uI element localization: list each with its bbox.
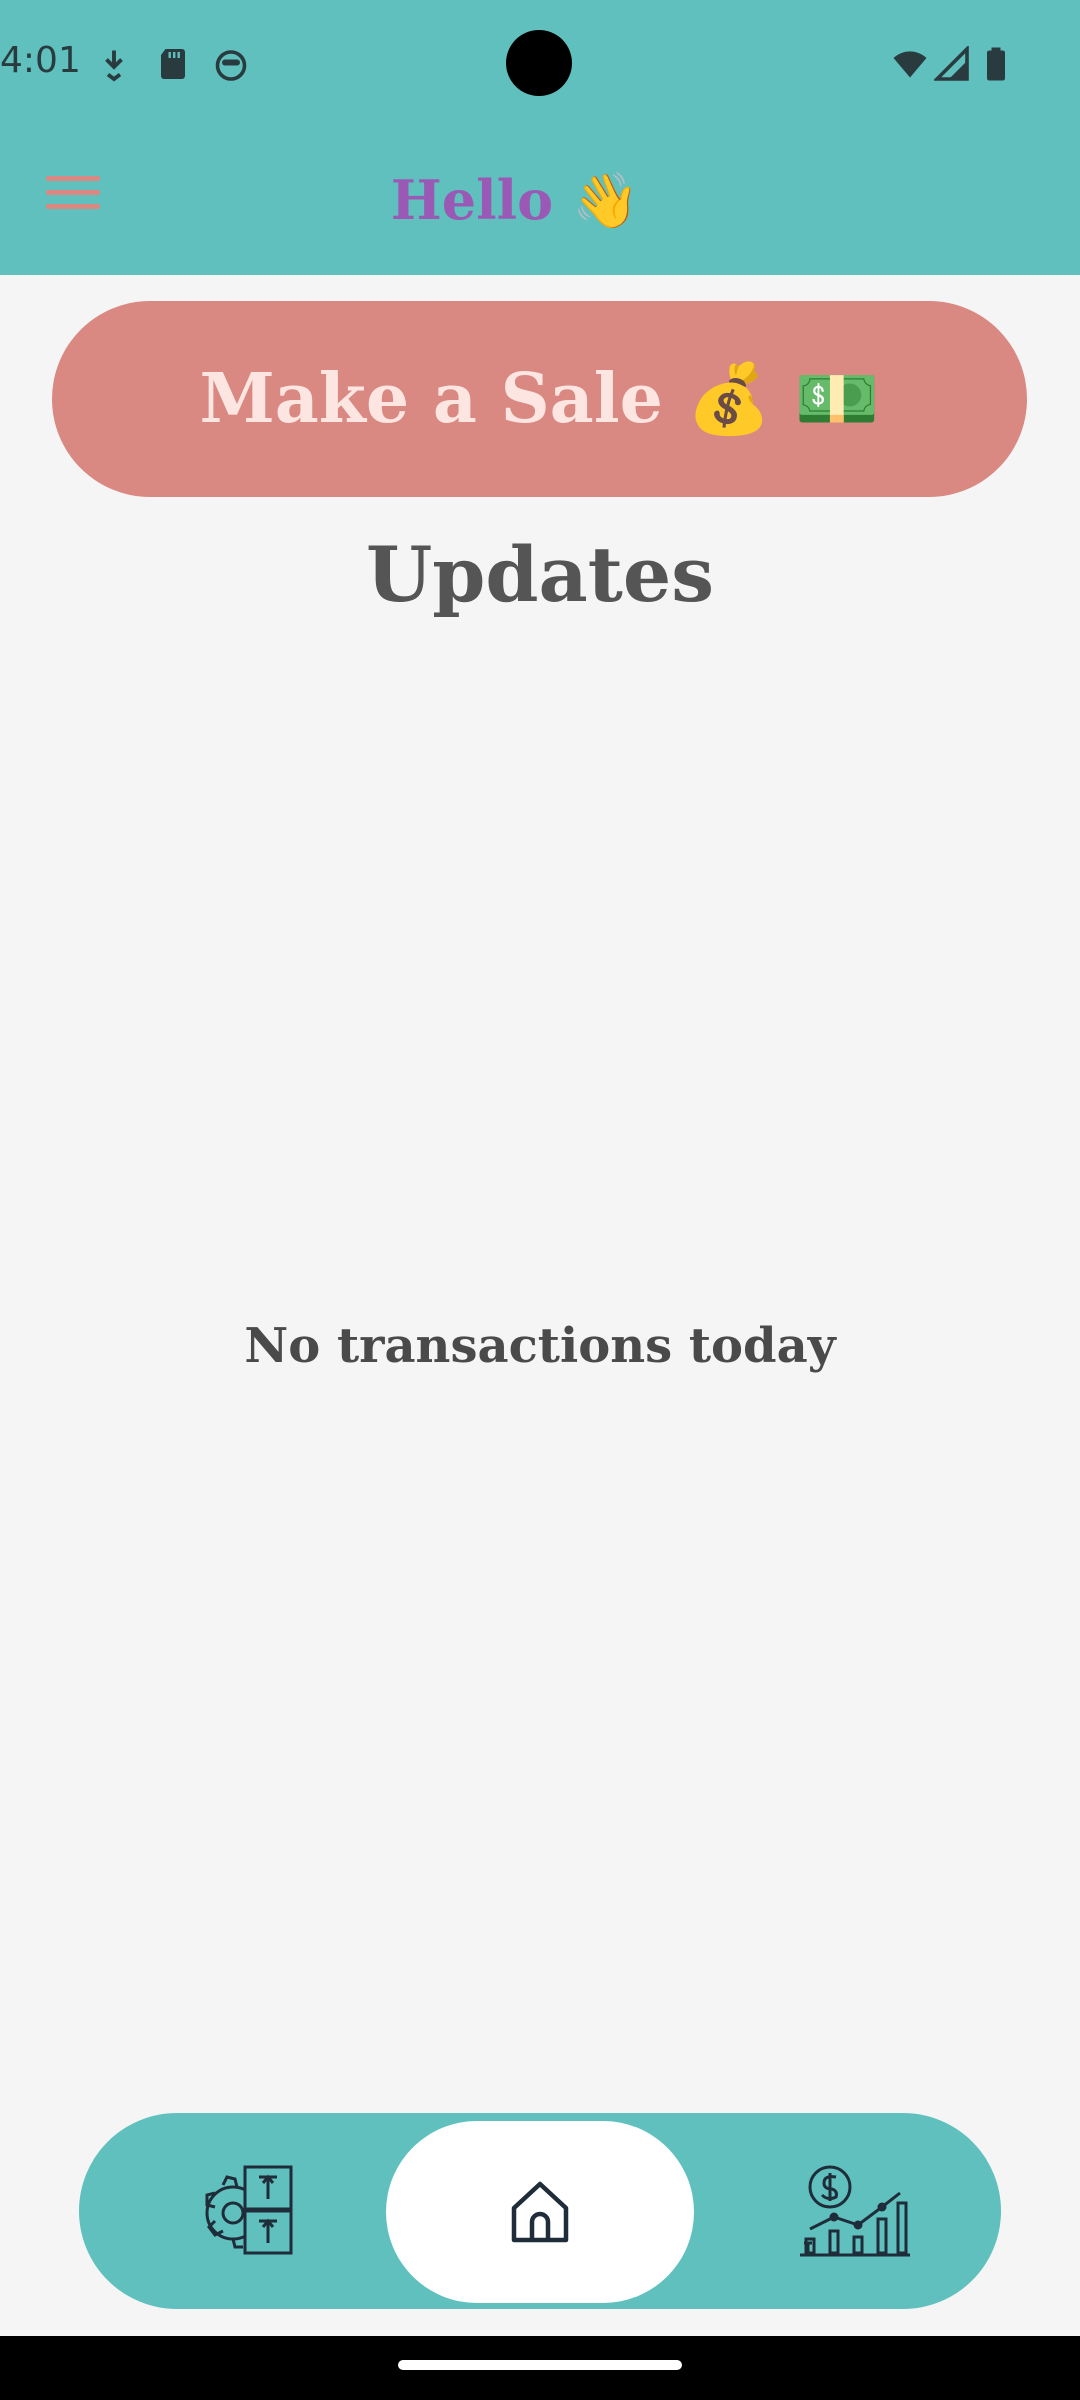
wifi-icon	[893, 51, 927, 78]
app-bar: Hello 👋	[0, 130, 1080, 275]
page-title: Hello 👋	[390, 168, 640, 232]
bottom-navigation	[79, 2113, 1001, 2309]
gesture-navigation-bar[interactable]	[398, 2360, 682, 2370]
cell-signal-icon	[934, 46, 969, 81]
android-face-icon	[215, 50, 247, 81]
home-icon	[511, 2181, 569, 2243]
nav-home-button[interactable]	[386, 2121, 694, 2303]
make-sale-button[interactable]: Make a Sale 💰 💵	[52, 301, 1027, 497]
empty-state-message: No transactions today	[244, 1318, 836, 1374]
download-arrow-icon	[105, 50, 123, 82]
front-camera	[506, 30, 572, 96]
sales-analytics-icon	[800, 2165, 910, 2257]
updates-heading: Updates	[365, 530, 715, 619]
battery-icon	[987, 47, 1005, 81]
nav-inventory-button[interactable]	[175, 2143, 315, 2279]
status-time: 4:01	[0, 40, 81, 81]
nav-analytics-button[interactable]	[784, 2143, 924, 2279]
inventory-settings-icon	[205, 2165, 293, 2255]
sd-card-icon	[161, 49, 185, 79]
status-bar: 4:01	[0, 0, 1080, 130]
app-screen: 4:01 Hello 👋 Make a Sale 💰 💵 Updates No …	[0, 0, 1080, 2336]
top-bar: 4:01 Hello 👋	[0, 0, 1080, 275]
